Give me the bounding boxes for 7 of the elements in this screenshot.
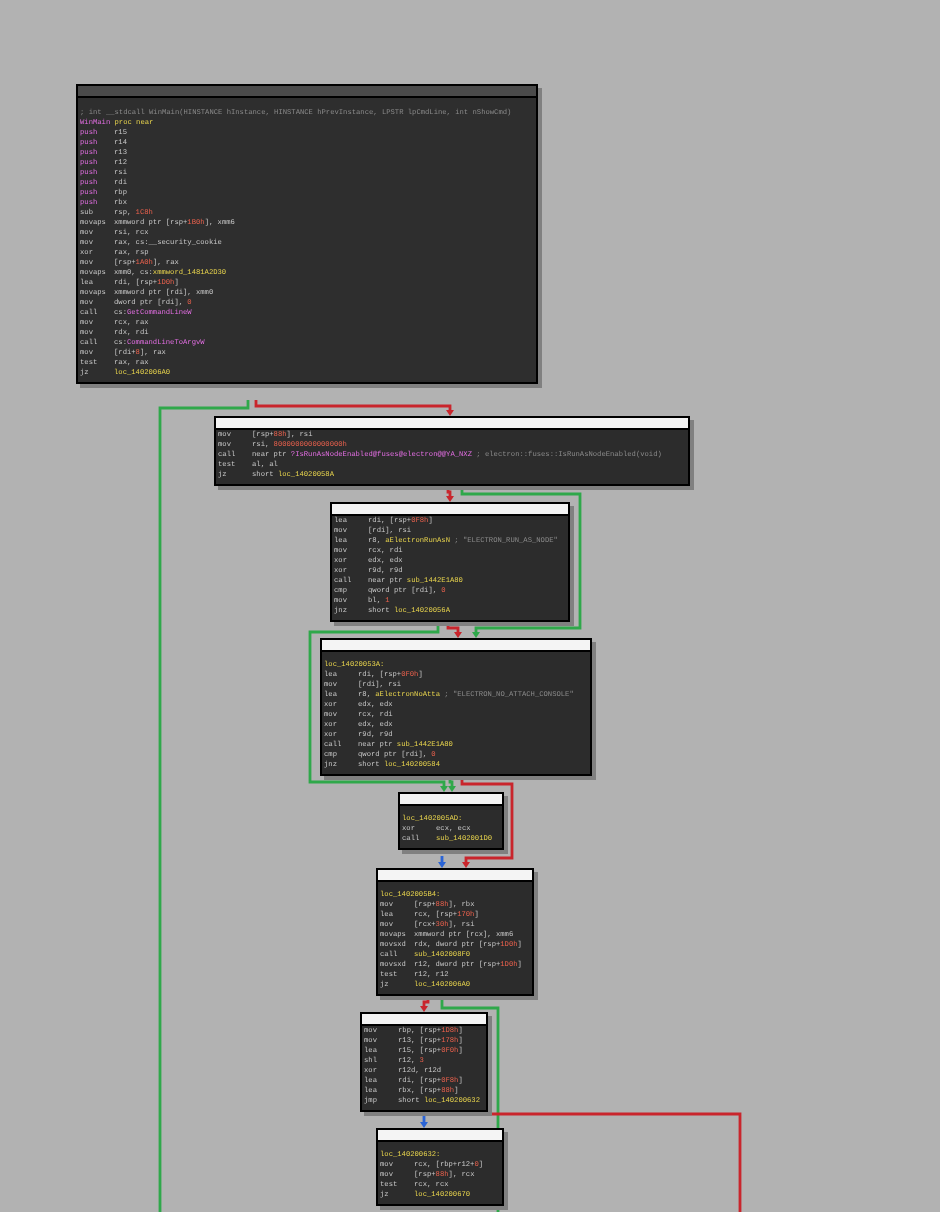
- block-header[interactable]: [378, 870, 532, 882]
- block-header[interactable]: [362, 1014, 486, 1026]
- block-header[interactable]: [332, 504, 568, 516]
- block-header[interactable]: [378, 1130, 502, 1142]
- block-header[interactable]: [400, 794, 502, 806]
- block-header[interactable]: [216, 418, 688, 430]
- block-header[interactable]: [322, 640, 590, 652]
